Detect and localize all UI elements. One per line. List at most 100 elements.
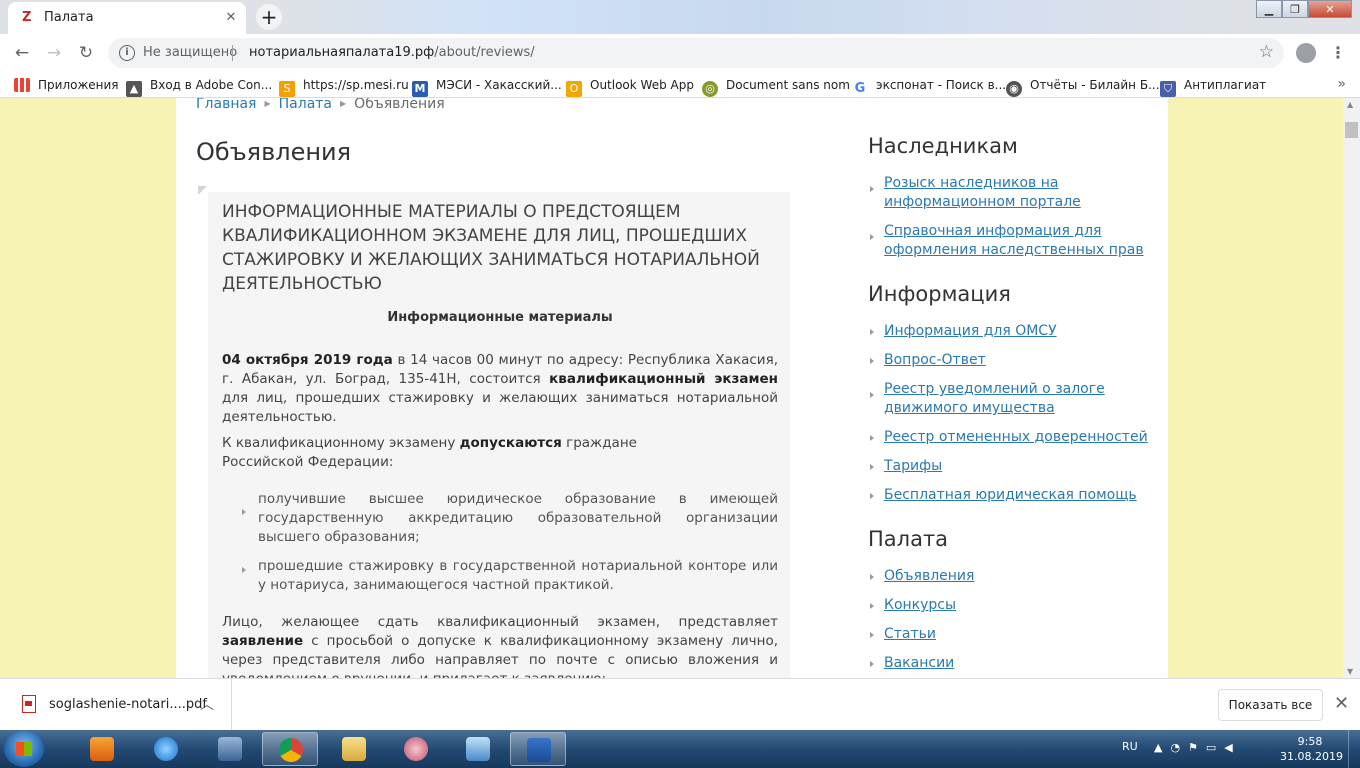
m-logo-icon: M [412,81,428,97]
sidebar-link-faq[interactable]: Вопрос-Ответ [870,351,1144,370]
bookmark-star-icon[interactable]: ☆ [1259,42,1274,62]
bookmark-label: Outlook Web App [590,78,694,92]
url-text[interactable]: нотариальнаяпалата19.рф/about/reviews/ [249,45,535,60]
taskbar-explorer[interactable] [326,732,382,766]
word-icon [527,738,551,762]
taskbar-word[interactable] [510,732,566,766]
bookmark-mesi[interactable]: Shttps://sp.mesi.ru [279,76,409,97]
tab-close-icon[interactable]: ✕ [222,9,240,27]
sidebar-link-announcements[interactable]: Объявления [870,567,1144,586]
window-close-button[interactable]: ✕ [1308,0,1352,18]
breadcrumb-home[interactable]: Главная [196,98,256,112]
breadcrumb-arrow-icon: ▶ [340,99,347,108]
sidebar-heading-heirs: Наследникам [868,134,1018,158]
tab-active[interactable]: Z Палата ✕ [8,2,246,34]
bookmark-mesi-khakass[interactable]: M МЭСИ - Хакасский... [412,76,562,97]
link-text: Тарифы [884,458,943,474]
bookmark-label: МЭСИ - Хакасский... [436,78,562,92]
profile-avatar[interactable] [1296,43,1316,63]
address-bar[interactable]: i Не защищено нотариальнаяпалата19.рф/ab… [108,38,1284,68]
bullet-icon [870,632,874,638]
bookmark-label: Антиплагиат [1184,78,1267,92]
sidebar-link-tariffs[interactable]: Тарифы [870,457,1144,476]
minimize-button[interactable]: ▁ [1256,0,1282,18]
show-desktop-button[interactable] [1348,730,1360,768]
bookmark-antiplagiat[interactable]: ⛉ Антиплагиат [1160,76,1267,97]
article-title: ИНФОРМАЦИОННЫЕ МАТЕРИАЛЫ О ПРЕДСТОЯЩЕМ К… [222,202,760,294]
window-background [280,0,1250,34]
article-paragraph-2: К квалификационному экзамену допускаются… [222,434,712,472]
taskbar-network[interactable] [202,732,258,766]
bullet-icon [242,567,246,573]
url-path: /about/reviews/ [434,45,535,60]
back-arrow-icon[interactable]: ← [10,41,34,65]
maximize-button[interactable]: ❐ [1282,0,1308,18]
bullet-icon [242,509,246,515]
link-text: Статьи [884,626,937,642]
forward-arrow-icon[interactable]: → [42,41,66,65]
close-download-bar-icon[interactable]: ✕ [1334,693,1349,714]
scroll-down-arrow-icon[interactable]: ▼ [1347,667,1353,676]
bookmark-google[interactable]: Gэкспонат - Поиск в... [852,76,1006,96]
taskbar-chrome[interactable] [262,732,318,766]
site-favicon-icon: Z [22,10,32,25]
bookmark-document[interactable]: ◎ Document sans nom [702,76,850,97]
bookmark-adobe[interactable]: ▲ Вход в Adobe Con... [126,76,272,97]
link-text: Розыск наследников на информационном пор… [884,175,1081,210]
bullet-icon [870,234,874,240]
bookmarks-bar: Приложения ▲ Вход в Adobe Con... Shttps:/… [0,72,1360,98]
sidebar-link-pledge-registry[interactable]: Реестр уведомлений о залоге движимого им… [870,380,1144,418]
sidebar-heading-chamber: Палата [868,527,949,551]
download-item[interactable]: soglashenie-notari....pdf ︿ [0,679,232,731]
info-icon[interactable]: i [119,45,135,61]
more-bookmarks-chevron-icon[interactable]: » [1337,76,1346,92]
list-item: получившие высшее юридическое образовани… [242,490,778,547]
bookmark-beeline[interactable]: ◉ Отчёты - Билайн Б... [1006,76,1160,97]
sidebar-link-free-legal-aid[interactable]: Бесплатная юридическая помощь [870,486,1154,505]
sidebar-link-vacancies[interactable]: Вакансии [870,654,1144,673]
folder-icon [342,737,366,761]
tray-icons[interactable]: ▲◔⚑▭◀ [1154,741,1241,754]
sidebar-link-articles[interactable]: Статьи [870,625,1144,644]
taskbar-snipping-tool[interactable] [388,732,444,766]
menu-kebab-icon[interactable]: ⋮ [1330,43,1346,63]
show-all-button[interactable]: Показать все [1218,689,1323,721]
sidebar-link-revoked-poa[interactable]: Реестр отмененных доверенностей [870,428,1154,447]
bullet-icon [870,661,874,667]
taskbar-media-player[interactable] [74,732,130,766]
bullet-icon [870,493,874,499]
link-text: Реестр уведомлений о залоге движимого им… [884,381,1105,416]
breadcrumb-chamber[interactable]: Палата [279,98,332,112]
bookmark-apps[interactable]: Приложения [14,76,119,94]
sidebar-link-omsu[interactable]: Информация для ОМСУ [870,322,1144,341]
scrollbar-thumb[interactable] [1345,122,1358,138]
list-item-text: получившие высшее юридическое образовани… [258,491,778,545]
start-button[interactable] [4,731,44,767]
new-tab-button[interactable]: + [256,4,282,30]
sidebar-link-heir-search[interactable]: Розыск наследников на информационном пор… [870,174,1144,212]
bullet-icon [870,464,874,470]
bookmark-outlook[interactable]: O Outlook Web App [566,76,694,97]
system-clock[interactable]: 9:58 31.08.2019 [1280,734,1343,764]
chevron-up-icon[interactable]: ︿ [200,694,214,714]
list-item: прошедшие стажировку в государственной н… [242,557,778,595]
shield-icon: ⛉ [1160,81,1176,97]
apps-grid-icon [14,78,30,92]
not-secure-label[interactable]: Не защищено [143,45,237,60]
scroll-up-arrow-icon[interactable]: ▲ [1347,100,1353,109]
download-bar: soglashenie-notari....pdf ︿ Показать все… [0,678,1360,731]
link-text: Бесплатная юридическая помощь [884,487,1137,503]
bullet-icon [870,329,874,335]
sidebar-link-contests[interactable]: Конкурсы [870,596,1144,615]
link-text: Объявления [884,568,975,584]
sidebar-link-inheritance-info[interactable]: Справочная информация для оформления нас… [870,222,1144,260]
vertical-scrollbar[interactable]: ▲ ▼ [1343,98,1360,678]
breadcrumb-arrow-icon: ▶ [264,99,271,108]
window-controls: ▁ ❐ ✕ [1256,0,1352,20]
taskbar-remote-app[interactable] [450,732,506,766]
language-indicator[interactable]: RU [1122,740,1138,753]
reload-icon[interactable]: ↻ [74,41,98,65]
scissors-icon [404,737,428,761]
screen: Z Палата ✕ + ▁ ❐ ✕ ← → ↻ i Не защищено н… [0,0,1360,768]
taskbar-internet-explorer[interactable] [138,732,194,766]
